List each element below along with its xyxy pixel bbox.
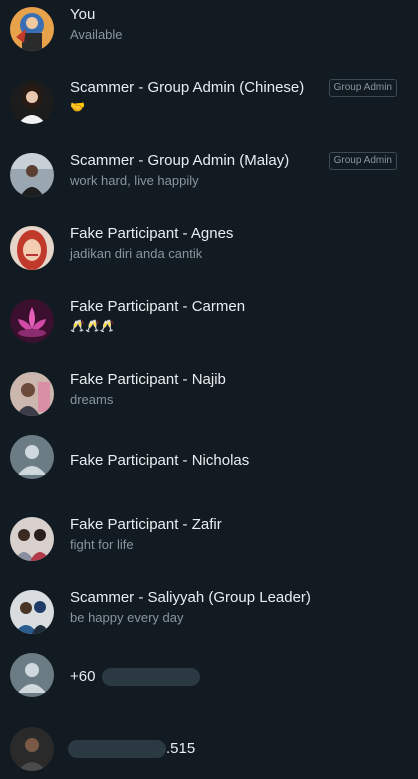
participant-status: dreams — [70, 392, 114, 407]
participant-row[interactable]: Fake Participant - Agnes jadikan diri an… — [0, 219, 418, 279]
participant-row[interactable]: Fake Participant - Carmen 🥂🥂🥂 — [0, 292, 418, 352]
participant-name: Fake Participant - Agnes — [70, 225, 234, 242]
participant-row[interactable]: +60 — [0, 646, 418, 706]
avatar[interactable] — [10, 372, 54, 416]
avatar[interactable] — [10, 7, 54, 51]
participant-status: fight for life — [70, 537, 134, 552]
participant-name: Scammer - Saliyyah (Group Leader) — [70, 589, 311, 606]
participant-status: 🤝 — [70, 100, 85, 114]
phone-prefix: +60 — [70, 668, 96, 685]
default-avatar-icon[interactable] — [10, 435, 54, 479]
default-avatar-icon[interactable] — [10, 653, 54, 697]
participant-status: Available — [70, 27, 123, 42]
participant-name: Scammer - Group Admin (Chinese) — [70, 79, 305, 96]
participant-status: work hard, live happily — [70, 173, 199, 188]
redaction-block — [68, 740, 166, 759]
participant-row[interactable]: Scammer - Saliyyah (Group Leader) be hap… — [0, 583, 418, 643]
participant-row-you[interactable]: You Available — [0, 0, 418, 60]
participant-row[interactable]: Fake Participant - Najib dreams — [0, 365, 418, 425]
group-admin-badge: Group Admin — [328, 152, 397, 170]
group-admin-badge: Group Admin — [328, 79, 397, 97]
redaction-block — [101, 668, 200, 687]
participant-status: be happy every day — [70, 610, 184, 625]
avatar[interactable] — [10, 80, 54, 124]
participant-phone: .515 — [68, 740, 196, 759]
phone-suffix: .515 — [166, 740, 196, 757]
avatar[interactable] — [10, 153, 54, 197]
participant-phone: +60 — [70, 668, 200, 687]
participant-name: Fake Participant - Nicholas — [70, 452, 250, 469]
avatar[interactable] — [10, 226, 54, 270]
avatar[interactable] — [10, 590, 54, 634]
avatar[interactable] — [10, 517, 54, 561]
avatar[interactable] — [10, 299, 54, 343]
participant-row[interactable]: Scammer - Group Admin (Chinese) 🤝 Group … — [0, 73, 418, 133]
participant-name: Fake Participant - Carmen — [70, 298, 246, 315]
participant-row[interactable]: Fake Participant - Nicholas — [0, 428, 418, 488]
participant-row[interactable]: Scammer - Group Admin (Malay) work hard,… — [0, 146, 418, 206]
participant-row[interactable]: Fake Participant - Zafir fight for life — [0, 510, 418, 570]
participant-status: jadikan diri anda cantik — [70, 246, 203, 261]
participant-row[interactable]: .515 — [0, 719, 418, 779]
avatar[interactable] — [10, 727, 54, 771]
participant-status: 🥂🥂🥂 — [70, 319, 115, 333]
participant-name: You — [70, 6, 96, 23]
participant-name: Scammer - Group Admin (Malay) — [70, 152, 290, 169]
participant-name: Fake Participant - Najib — [70, 371, 226, 388]
participant-name: Fake Participant - Zafir — [70, 516, 222, 533]
